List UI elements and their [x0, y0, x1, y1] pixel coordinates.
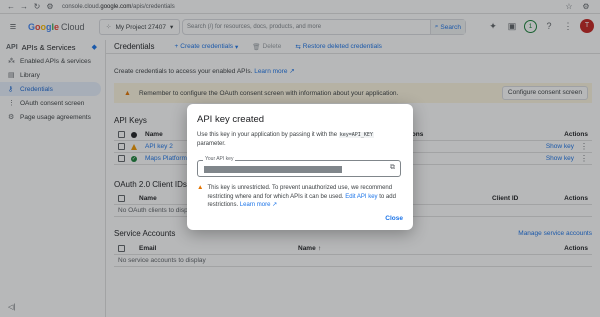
unrestricted-warning: ▲ This key is unrestricted. To prevent u… — [197, 184, 396, 208]
api-key-field[interactable]: Your API key ⧉ — [197, 156, 401, 177]
external-link-icon: ↗ — [270, 202, 278, 208]
redacted-key-value — [204, 166, 342, 173]
api-key-created-dialog: API key created Use this key in your app… — [187, 104, 413, 230]
dialog-description: Use this key in your application by pass… — [197, 132, 374, 147]
close-button[interactable]: Close — [385, 215, 403, 222]
warning-icon: ▲ — [197, 184, 204, 191]
copy-icon[interactable]: ⧉ — [390, 164, 395, 172]
dialog-title: API key created — [197, 114, 265, 125]
api-key-label: Your API key — [203, 156, 236, 162]
edit-api-key-link[interactable]: Edit API key — [345, 194, 377, 200]
learn-more-link[interactable]: Learn more — [240, 202, 271, 208]
